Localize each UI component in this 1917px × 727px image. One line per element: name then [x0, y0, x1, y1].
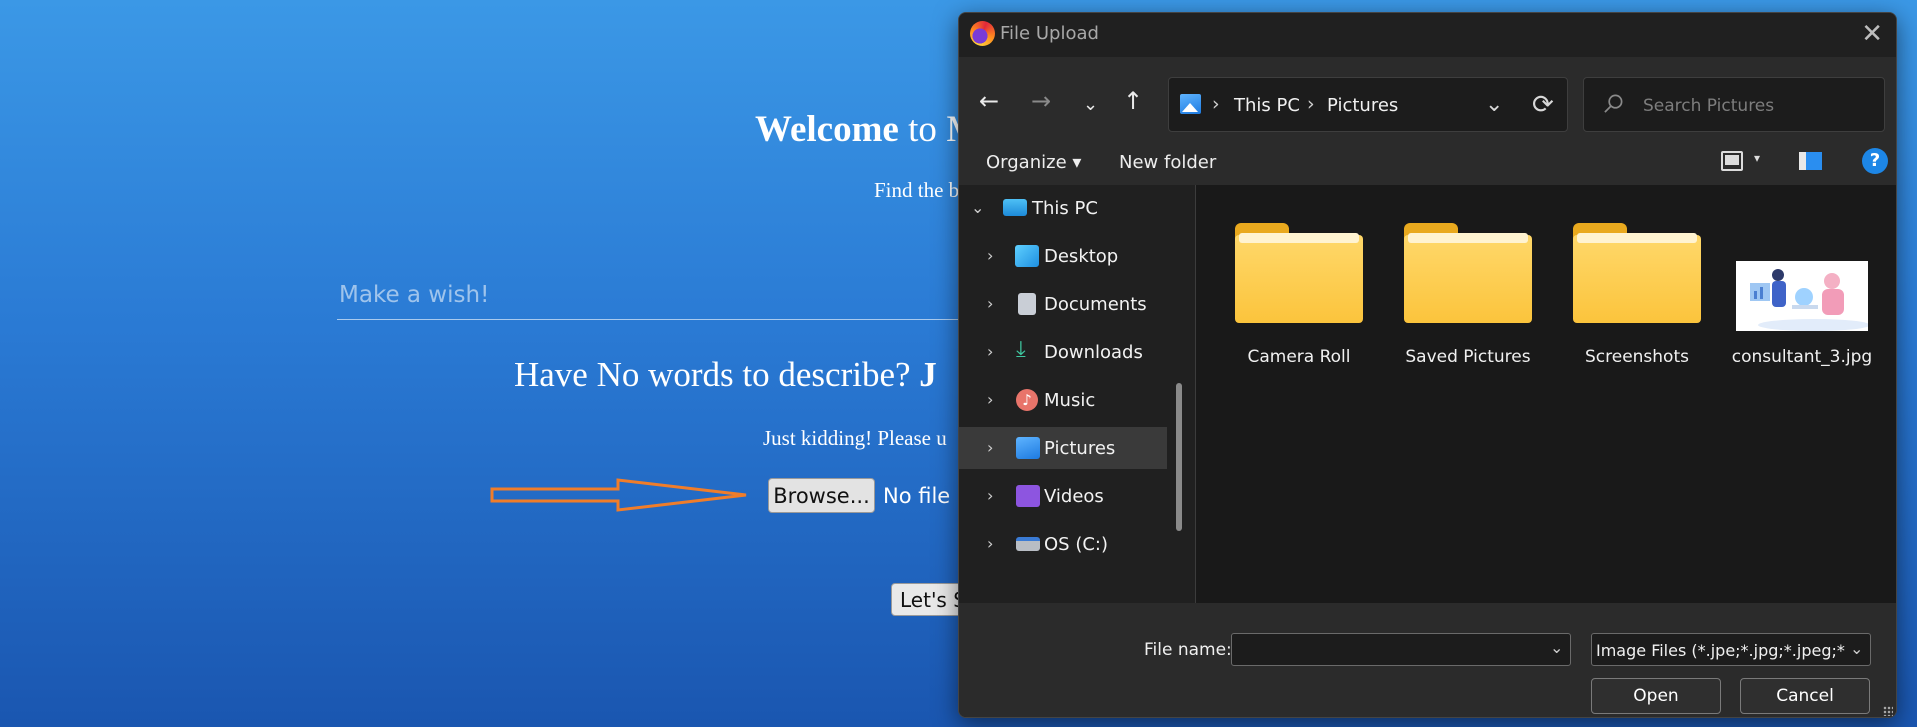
file-label: consultant_3.jpg: [1731, 347, 1873, 367]
sidebar-item-videos[interactable]: › Videos: [959, 475, 1167, 517]
videos-icon: [1016, 485, 1040, 507]
breadcrumb-separator-icon: ›: [1212, 93, 1220, 115]
search-placeholder: Search Pictures: [1643, 96, 1775, 116]
sidebar-item-label: Music: [1044, 390, 1096, 411]
organize-menu[interactable]: Organize ▾: [986, 152, 1081, 173]
help-icon[interactable]: ?: [1862, 148, 1888, 174]
pictures-location-icon: [1180, 94, 1201, 114]
chevron-down-icon[interactable]: ⌄: [971, 198, 984, 217]
address-history-chevron-icon[interactable]: ⌄: [1485, 92, 1503, 117]
refresh-icon[interactable]: ⟳: [1532, 90, 1554, 120]
image-thumbnail: [1736, 261, 1868, 331]
command-toolbar: Organize ▾ New folder ▾ ?: [959, 139, 1896, 185]
breadcrumb-this-pc[interactable]: This PC: [1234, 95, 1300, 116]
music-icon: ♪: [1016, 389, 1038, 411]
sidebar-item-documents[interactable]: › Documents: [959, 283, 1167, 325]
file-label: Camera Roll: [1247, 347, 1351, 367]
scrollbar-thumb[interactable]: [1176, 383, 1182, 531]
dialog-titlebar: File Upload ✕: [959, 13, 1896, 57]
drive-icon: [1016, 537, 1040, 551]
file-label: Screenshots: [1584, 347, 1689, 367]
cancel-button[interactable]: Cancel: [1740, 678, 1870, 714]
chevron-right-icon[interactable]: ›: [987, 390, 993, 409]
wish-input[interactable]: [337, 270, 997, 320]
folder-icon: [1235, 223, 1363, 323]
download-icon: ⤓: [1016, 337, 1026, 362]
search-box[interactable]: Search Pictures: [1583, 77, 1885, 132]
sidebar-item-os-c[interactable]: › OS (C:): [959, 523, 1167, 565]
annotation-arrow-icon: [490, 478, 747, 512]
forward-icon[interactable]: →: [1031, 89, 1051, 113]
navigation-pane: ⌄ This PC › Desktop › Documents › ⤓ Down…: [959, 185, 1195, 603]
browse-button[interactable]: Browse...: [768, 478, 875, 513]
file-label: Saved Pictures: [1405, 347, 1531, 367]
resize-grip-icon[interactable]: [1883, 706, 1893, 716]
chevron-right-icon[interactable]: ›: [987, 342, 993, 361]
preview-pane-icon[interactable]: [1799, 152, 1822, 170]
firefox-icon: [970, 21, 995, 46]
desktop-icon: [1015, 245, 1039, 267]
search-icon: [1604, 94, 1623, 113]
sidebar-item-label: Pictures: [1044, 438, 1116, 459]
describe-heading: Have No words to describe? J: [514, 355, 937, 394]
view-mode-icon[interactable]: [1721, 151, 1743, 171]
file-name-input[interactable]: ⌄: [1231, 633, 1571, 666]
folder-icon: [1404, 223, 1532, 323]
dialog-footer: File name: ⌄ Image Files (*.jpe;*.jpg;*.…: [959, 603, 1896, 717]
chevron-right-icon[interactable]: ›: [987, 486, 993, 505]
chevron-right-icon[interactable]: ›: [987, 534, 993, 553]
sidebar-item-label: This PC: [1032, 198, 1098, 219]
file-type-value: Image Files (*.jpe;*.jpg;*.jpeg;*.gif;*.…: [1596, 641, 1846, 660]
documents-icon: [1018, 293, 1036, 315]
folder-tile-camera-roll[interactable]: Camera Roll: [1219, 217, 1379, 367]
sidebar-item-pictures[interactable]: › Pictures: [959, 427, 1167, 469]
sidebar-item-label: Downloads: [1044, 342, 1143, 363]
navigation-bar: ← → ⌄ ↑ › This PC › Pictures ⌄ ⟳ Search …: [959, 57, 1896, 139]
sidebar-item-label: OS (C:): [1044, 534, 1108, 555]
file-type-select[interactable]: Image Files (*.jpe;*.jpg;*.jpeg;*.gif;*.…: [1591, 633, 1871, 666]
view-options-chevron-icon[interactable]: ▾: [1754, 151, 1760, 165]
sidebar-item-music[interactable]: › ♪ Music: [959, 379, 1167, 421]
breadcrumb-pictures[interactable]: Pictures: [1327, 95, 1398, 116]
folder-icon: [1573, 223, 1701, 323]
file-name-label: File name:: [1144, 640, 1232, 660]
no-file-text: No file s: [883, 484, 968, 508]
dialog-title: File Upload: [1000, 23, 1099, 44]
back-icon[interactable]: ←: [979, 89, 999, 113]
chevron-right-icon[interactable]: ›: [987, 246, 993, 265]
page-heading: Welcome to M: [755, 109, 980, 150]
breadcrumb-separator-icon: ›: [1307, 93, 1315, 115]
chevron-right-icon[interactable]: ›: [987, 294, 993, 313]
open-button[interactable]: Open: [1591, 678, 1721, 714]
file-list-view: Camera Roll Saved Pictures Screenshots c…: [1196, 185, 1896, 603]
up-icon[interactable]: ↑: [1123, 89, 1143, 113]
chevron-down-icon[interactable]: ⌄: [1850, 639, 1863, 658]
page-subheading: Find the b: [874, 178, 960, 202]
sidebar-item-downloads[interactable]: › ⤓ Downloads: [959, 331, 1167, 373]
sidebar-item-desktop[interactable]: › Desktop: [959, 235, 1167, 277]
folder-tile-screenshots[interactable]: Screenshots: [1557, 217, 1717, 367]
sidebar-item-label: Desktop: [1044, 246, 1119, 267]
sidebar-item-label: Documents: [1044, 294, 1147, 315]
sidebar-item-label: Videos: [1044, 486, 1104, 507]
new-folder-button[interactable]: New folder: [1119, 152, 1216, 173]
pictures-icon: [1016, 437, 1040, 459]
chevron-down-icon[interactable]: ⌄: [1550, 638, 1563, 657]
address-bar[interactable]: › This PC › Pictures ⌄ ⟳: [1168, 77, 1568, 132]
file-tile-consultant-3[interactable]: consultant_3.jpg: [1722, 217, 1882, 367]
close-icon[interactable]: ✕: [1861, 19, 1883, 49]
folder-tile-saved-pictures[interactable]: Saved Pictures: [1388, 217, 1548, 367]
sidebar-item-this-pc[interactable]: ⌄ This PC: [959, 187, 1167, 229]
recent-locations-chevron-icon[interactable]: ⌄: [1083, 93, 1098, 117]
file-upload-dialog: File Upload ✕ ← → ⌄ ↑ › This PC › Pictur…: [958, 12, 1897, 718]
chevron-right-icon[interactable]: ›: [987, 438, 993, 457]
monitor-icon: [1003, 199, 1027, 216]
upload-hint: Just kidding! Please u: [763, 426, 947, 450]
